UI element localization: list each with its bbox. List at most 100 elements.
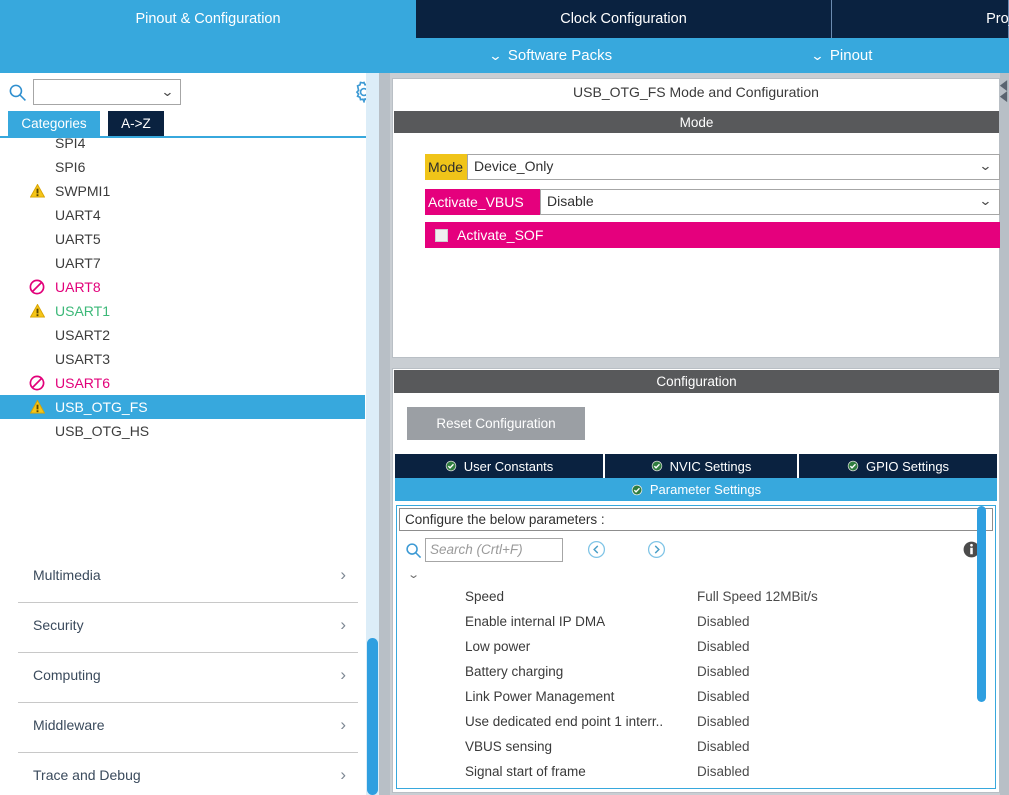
peripheral-item-usb_otg_hs[interactable]: USB_OTG_HS bbox=[0, 419, 365, 443]
peripheral-item-uart7[interactable]: UART7 bbox=[0, 251, 365, 275]
configuration-header: Configuration bbox=[394, 370, 999, 393]
tab-clock-configuration[interactable]: Clock Configuration bbox=[416, 0, 832, 38]
peripheral-search-combo[interactable]: ⌄ bbox=[33, 79, 181, 105]
search-icon bbox=[9, 84, 26, 101]
category-item-label: Security bbox=[33, 617, 84, 633]
parameter-value[interactable]: Disabled bbox=[697, 759, 750, 784]
parameter-list-scrollbar[interactable] bbox=[975, 504, 987, 704]
main-tab-bar: Pinout & Configuration Clock Configurati… bbox=[0, 0, 1009, 38]
chevron-right-icon: › bbox=[340, 565, 346, 584]
pinout-menu[interactable]: ⌄ Pinout bbox=[810, 38, 873, 73]
chevron-down-icon: ⌄ bbox=[810, 47, 825, 63]
reset-configuration-button[interactable]: Reset Configuration bbox=[407, 407, 585, 440]
tab-nvic-settings[interactable]: NVIC Settings bbox=[605, 454, 799, 478]
tab-categories[interactable]: Categories bbox=[8, 111, 100, 136]
peripheral-item-label: UART4 bbox=[55, 207, 101, 223]
check-circle-icon bbox=[847, 460, 859, 472]
category-item-security[interactable]: Security › bbox=[18, 603, 358, 653]
mode-select[interactable]: Device_Only ⌄ bbox=[467, 154, 1000, 180]
peripheral-item-uart4[interactable]: UART4 bbox=[0, 203, 365, 227]
collapse-panel-arrow-icon[interactable] bbox=[998, 78, 1009, 106]
peripheral-item-label: USART2 bbox=[55, 327, 110, 343]
chevron-right-icon: › bbox=[340, 715, 346, 734]
category-item-multimedia[interactable]: Multimedia › bbox=[18, 553, 358, 603]
search-next-icon[interactable] bbox=[647, 540, 666, 559]
chevron-right-icon: › bbox=[340, 665, 346, 684]
peripheral-item-usart6[interactable]: USART6 bbox=[0, 371, 365, 395]
activate-sof-checkbox[interactable] bbox=[435, 228, 448, 242]
tab-project-manager[interactable]: Proje bbox=[832, 0, 1009, 38]
activate-sof-row[interactable]: Activate_SOF bbox=[425, 222, 1000, 248]
configuration-tab-row: User Constants NVIC Settings GPIO Settin… bbox=[395, 454, 997, 478]
mode-field-label: Mode bbox=[425, 154, 467, 180]
chevron-down-icon: ⌄ bbox=[160, 84, 175, 99]
parameter-value[interactable]: Disabled bbox=[697, 684, 750, 709]
peripheral-item-label: USART1 bbox=[55, 303, 110, 319]
left-panel-scroll-thumb[interactable] bbox=[367, 638, 378, 795]
tab-user-constants[interactable]: User Constants bbox=[395, 454, 605, 478]
peripheral-item-uart8[interactable]: UART8 bbox=[0, 275, 365, 299]
peripheral-list[interactable]: SPI4 SPI6 SWPMI1 UART4 UART5 UART7 UART8 USART1… bbox=[0, 138, 365, 504]
peripheral-item-label: USART6 bbox=[55, 375, 110, 391]
pinout-label: Pinout bbox=[829, 47, 873, 64]
peripheral-item-usart2[interactable]: USART2 bbox=[0, 323, 365, 347]
peripheral-item-label: UART8 bbox=[55, 279, 101, 295]
parameter-settings-pane: Configure the below parameters : Search … bbox=[396, 505, 996, 789]
activate-sof-label: Activate_SOF bbox=[457, 227, 544, 243]
parameter-value[interactable]: Disabled bbox=[697, 634, 750, 659]
parameter-list-scroll-thumb[interactable] bbox=[977, 506, 986, 702]
mode-section-title: USB_OTG_FS Mode and Configuration bbox=[573, 84, 819, 100]
peripheral-item-usart1[interactable]: USART1 bbox=[0, 299, 365, 323]
search-previous-icon[interactable] bbox=[587, 540, 606, 559]
tab-gpio-settings[interactable]: GPIO Settings bbox=[799, 454, 997, 478]
parameter-rows[interactable]: Speed Full Speed 12MBit/s Enable internal … bbox=[399, 584, 993, 784]
parameter-row[interactable]: Low power Disabled bbox=[399, 634, 993, 659]
peripheral-item-label: UART5 bbox=[55, 231, 101, 247]
peripheral-item-usart3[interactable]: USART3 bbox=[0, 347, 365, 371]
parameter-row[interactable]: VBUS sensing Disabled bbox=[399, 734, 993, 759]
vbus-select-value: Disable bbox=[547, 193, 594, 209]
mode-field-row: Mode Device_Only ⌄ bbox=[425, 154, 1000, 180]
blocked-icon bbox=[29, 375, 45, 391]
chevron-down-icon: ⌄ bbox=[978, 193, 993, 208]
expand-all-chevron-icon[interactable]: ⌄ bbox=[407, 568, 420, 581]
parameter-value[interactable]: Disabled bbox=[697, 659, 750, 684]
parameter-value[interactable]: Disabled bbox=[697, 734, 750, 759]
peripheral-item-usb_otg_fs[interactable]: USB_OTG_FS bbox=[0, 395, 365, 419]
peripheral-item-label: USB_OTG_HS bbox=[55, 423, 150, 439]
software-packs-menu[interactable]: ⌄ Software Packs bbox=[488, 38, 612, 73]
tab-parameter-settings[interactable]: Parameter Settings bbox=[395, 478, 997, 501]
tab-a-to-z[interactable]: A->Z bbox=[108, 111, 164, 136]
check-circle-icon bbox=[631, 484, 643, 495]
warning-icon bbox=[30, 184, 45, 198]
parameter-value[interactable]: Full Speed 12MBit/s bbox=[697, 584, 818, 609]
left-panel-scrollbar[interactable] bbox=[366, 73, 379, 795]
category-item-trace-and-debug[interactable]: Trace and Debug › bbox=[18, 753, 358, 795]
tab-parameter-settings-label: Parameter Settings bbox=[649, 482, 762, 497]
peripheral-item-spi6[interactable]: SPI6 bbox=[0, 155, 365, 179]
tab-gpio-settings-label: GPIO Settings bbox=[865, 458, 950, 474]
parameter-row[interactable]: Speed Full Speed 12MBit/s bbox=[399, 584, 993, 609]
chevron-down-icon: ⌄ bbox=[978, 158, 993, 173]
parameter-row[interactable]: Signal start of frame Disabled bbox=[399, 759, 993, 784]
category-item-label: Trace and Debug bbox=[33, 767, 141, 783]
tab-clock-configuration-label: Clock Configuration bbox=[560, 11, 687, 27]
parameter-row[interactable]: Use dedicated end point 1 interr.. Disabl… bbox=[399, 709, 993, 734]
parameter-row[interactable]: Battery charging Disabled bbox=[399, 659, 993, 684]
category-item-middleware[interactable]: Middleware › bbox=[18, 703, 358, 753]
parameter-value[interactable]: Disabled bbox=[697, 609, 750, 634]
parameter-row[interactable]: Enable internal IP DMA Disabled bbox=[399, 609, 993, 634]
parameter-row[interactable]: Link Power Management Disabled bbox=[399, 684, 993, 709]
tab-pinout-configuration[interactable]: Pinout & Configuration bbox=[0, 0, 416, 38]
category-item-label: Multimedia bbox=[33, 567, 101, 583]
peripheral-item-swpmi1[interactable]: SWPMI1 bbox=[0, 179, 365, 203]
peripheral-item-spi4[interactable]: SPI4 bbox=[0, 138, 365, 155]
vbus-select[interactable]: Disable ⌄ bbox=[540, 189, 1000, 215]
category-accordion: Multimedia › Security › Computing › Middleware… bbox=[18, 553, 358, 795]
warning-icon bbox=[30, 304, 45, 318]
parameter-value[interactable]: Disabled bbox=[697, 709, 750, 734]
peripheral-item-uart5[interactable]: UART5 bbox=[0, 227, 365, 251]
category-item-computing[interactable]: Computing › bbox=[18, 653, 358, 703]
parameter-search-input[interactable]: Search (Crtl+F) bbox=[425, 538, 563, 562]
chevron-right-icon: › bbox=[340, 765, 346, 784]
